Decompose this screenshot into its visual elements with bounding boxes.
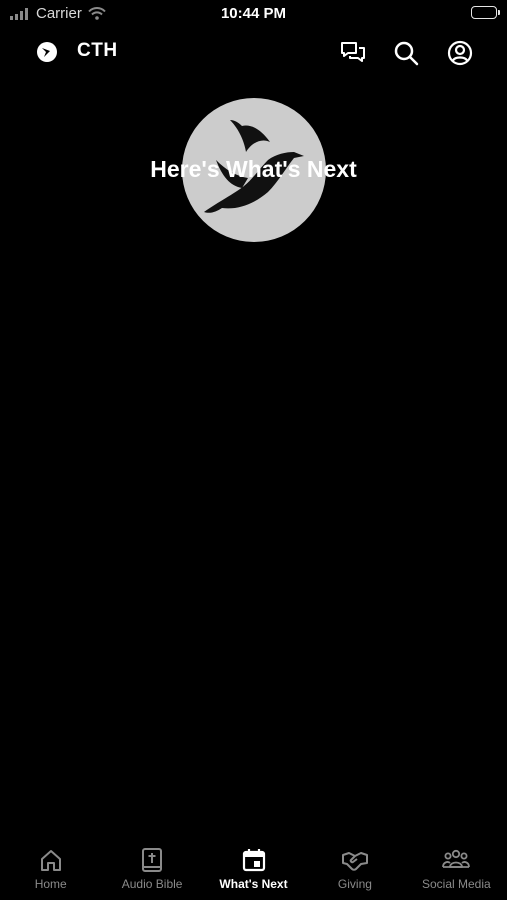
people-icon [442, 849, 471, 868]
tab-home[interactable]: Home [0, 842, 101, 900]
tab-label: Giving [337, 877, 372, 891]
tab-label: Home [34, 877, 67, 891]
logo-icon[interactable] [37, 42, 57, 62]
tab-giving[interactable]: Giving [304, 842, 405, 900]
tab-whats-next[interactable]: What's Next [203, 842, 304, 900]
tab-bar: Home Audio Bible What's Next Giving Soci… [0, 842, 507, 900]
tab-social-media[interactable]: Social Media [406, 842, 507, 900]
battery-icon [471, 6, 500, 19]
bible-icon [142, 848, 163, 872]
status-time: 10:44 PM [220, 5, 287, 22]
app-header: CTH [0, 32, 507, 72]
account-icon[interactable] [446, 39, 474, 67]
home-icon [40, 850, 61, 871]
search-icon[interactable] [392, 39, 420, 67]
handshake-icon [341, 852, 368, 871]
page-title: Here's What's Next [150, 156, 357, 182]
calendar-icon [242, 849, 265, 872]
tab-label: What's Next [219, 877, 288, 891]
tab-label: Social Media [421, 877, 491, 891]
tab-label: Audio Bible [121, 877, 183, 891]
chat-icon[interactable] [339, 39, 367, 67]
app-title: CTH [77, 40, 118, 61]
tab-audio-bible[interactable]: Audio Bible [101, 842, 202, 900]
status-bar: Carrier 10:44 PM [0, 0, 507, 30]
